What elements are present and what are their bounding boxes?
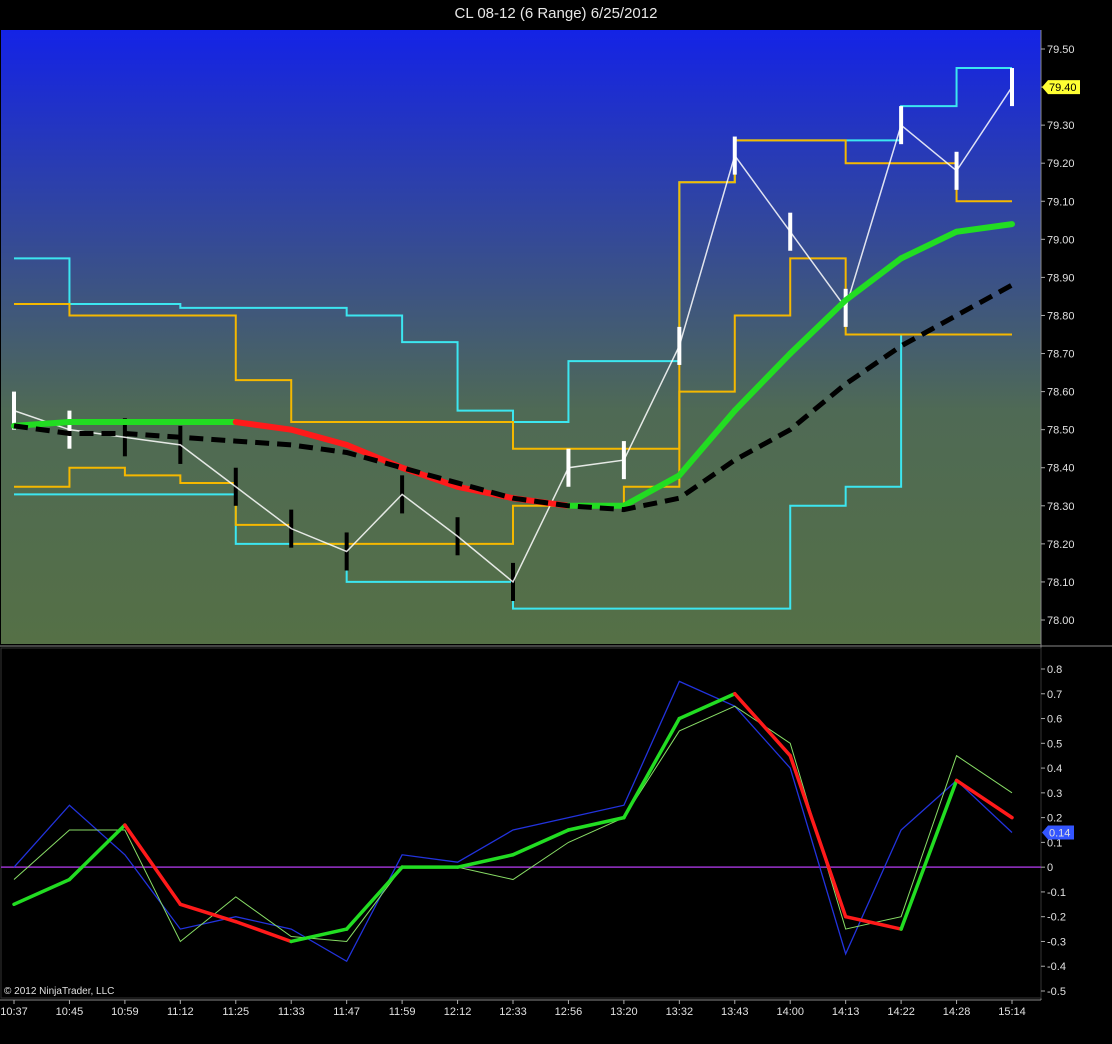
time-tick-label: 14:13 [832, 1006, 860, 1018]
time-tick-label: 14:22 [887, 1006, 915, 1018]
price-tick-label: 78.90 [1047, 272, 1075, 284]
time-tick-label: 14:00 [776, 1006, 804, 1018]
price-tick-label: 78.00 [1047, 615, 1075, 627]
osc-tick-label: -0.2 [1047, 912, 1066, 924]
osc-tick-label: -0.4 [1047, 961, 1066, 973]
osc-tick-label: -0.3 [1047, 936, 1066, 948]
osc-tick-label: 0.2 [1047, 813, 1062, 825]
osc-tick-label: 0.6 [1047, 714, 1062, 726]
price-tick-label: 78.10 [1047, 577, 1075, 589]
price-tick-label: 78.70 [1047, 349, 1075, 361]
time-tick-label: 13:32 [666, 1006, 694, 1018]
price-tick-label: 79.10 [1047, 196, 1075, 208]
time-tick-label: 13:43 [721, 1006, 749, 1018]
osc-tick-label: 0.8 [1047, 664, 1062, 676]
price-tick-label: 79.50 [1047, 44, 1075, 56]
price-tick-label: 78.20 [1047, 539, 1075, 551]
oscillator-smooth-segment [234, 919, 293, 944]
time-tick-label: 11:33 [278, 1006, 305, 1018]
time-tick-label: 12:12 [444, 1006, 472, 1018]
time-tick-label: 13:20 [610, 1006, 638, 1018]
oscillator-smooth-segment [511, 828, 571, 857]
osc-tick-label: 0.7 [1047, 689, 1062, 701]
price-tick-label: 79.20 [1047, 158, 1075, 170]
oscillator-smooth-segment [954, 778, 1014, 820]
oscillator-smooth-segment [289, 927, 349, 944]
osc-tick-label: 0.4 [1047, 763, 1062, 775]
price-tick-label: 78.50 [1047, 425, 1075, 437]
time-tick-label: 14:28 [943, 1006, 971, 1018]
oscillator-smooth-segment [622, 716, 682, 820]
price-tick-label: 79.00 [1047, 234, 1075, 246]
price-panel-background [1, 30, 1041, 644]
oscillator-smooth-segment [899, 778, 959, 931]
last-price-label: 79.40 [1049, 82, 1077, 94]
oscillator-smooth-segment [67, 823, 127, 882]
osc-panel-border [0, 647, 1042, 999]
copyright-notice: © 2012 NinjaTrader, LLC [4, 986, 115, 997]
time-tick-label: 11:59 [389, 1006, 416, 1018]
time-tick-label: 11:47 [333, 1006, 360, 1018]
osc-tick-label: -0.1 [1047, 887, 1066, 899]
time-tick-label: 12:56 [555, 1006, 583, 1018]
osc-tick-label: 0.3 [1047, 788, 1062, 800]
time-tick-label: 15:14 [998, 1006, 1026, 1018]
oscillator-smooth-segment [566, 815, 626, 832]
osc-tick-label: 0 [1047, 862, 1053, 874]
chart-canvas[interactable]: 79.50 79.40 79.30 79.20 79.10 79.00 78.90 78.80… [0, 0, 1112, 1044]
time-tick-label: 11:12 [167, 1006, 194, 1018]
oscillator-smooth-segment [677, 692, 737, 721]
time-tick-label: 10:37 [0, 1006, 28, 1018]
osc-tick-label: -0.5 [1047, 986, 1066, 998]
price-tick-label: 78.80 [1047, 310, 1075, 322]
price-tick-label: 78.40 [1047, 463, 1075, 475]
price-tick-label: 78.60 [1047, 387, 1075, 399]
oscillator-smooth-segment [344, 865, 404, 931]
time-tick-label: 10:45 [56, 1006, 84, 1018]
oscillator-smooth-segment [733, 692, 792, 758]
osc-tick-label: 0.5 [1047, 738, 1062, 750]
oscillator-smooth-segment [788, 753, 848, 919]
price-tick-label: 79.30 [1047, 120, 1075, 132]
time-tick-label: 10:59 [111, 1006, 139, 1018]
time-tick-label: 12:33 [499, 1006, 527, 1018]
time-tick-label: 11:25 [222, 1006, 249, 1018]
oscillator-smooth-segment [12, 877, 72, 907]
price-tick-label: 78.30 [1047, 501, 1075, 513]
last-oscillator-label: 0.14 [1049, 827, 1070, 839]
